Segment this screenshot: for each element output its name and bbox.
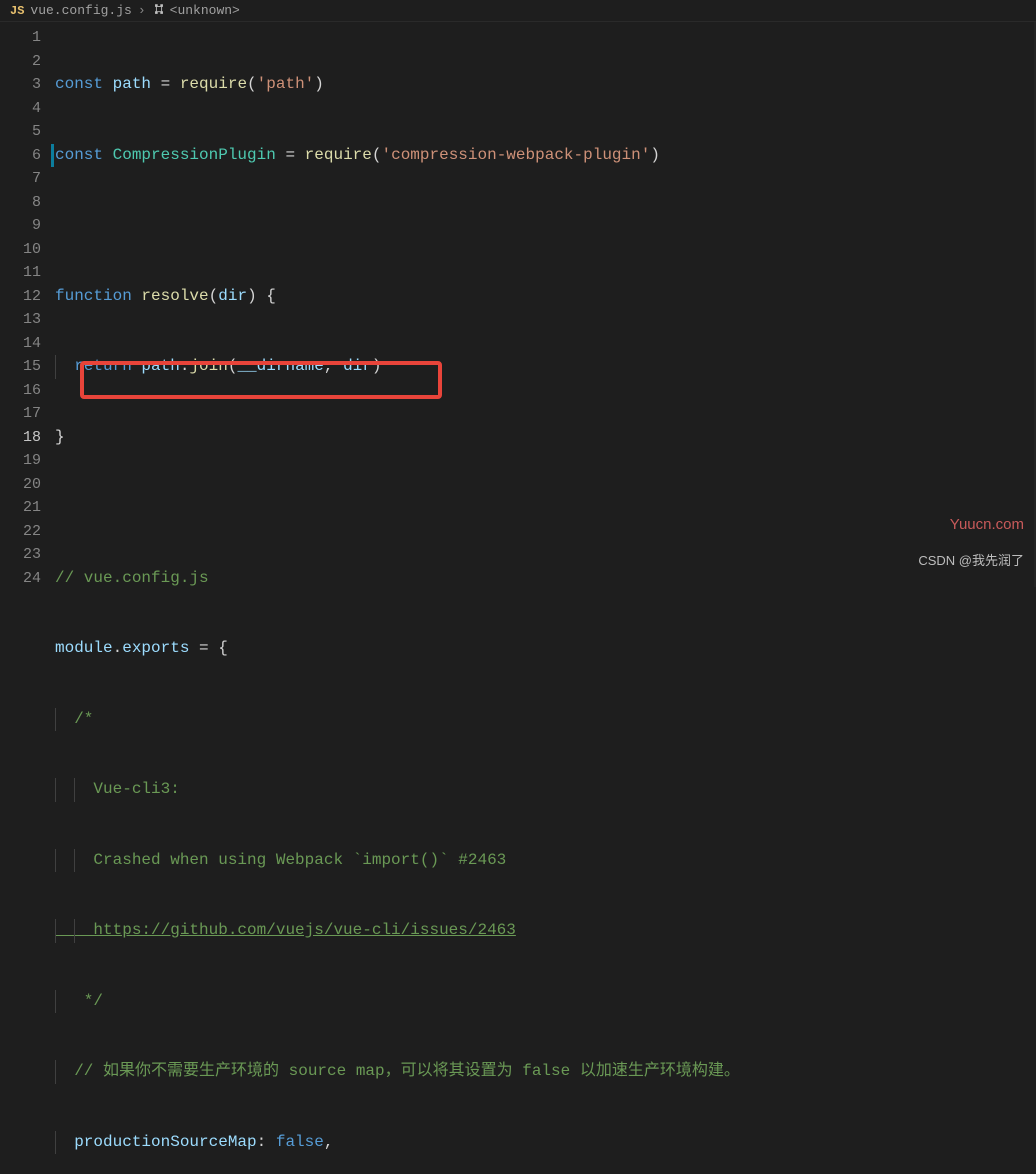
indent-guide <box>55 990 56 1014</box>
code-line[interactable] <box>55 214 1036 238</box>
code-line[interactable] <box>55 496 1036 520</box>
indent-guide <box>55 919 56 943</box>
namespace-icon <box>152 2 166 20</box>
code-line[interactable]: // 如果你不需要生产环境的 source map，可以将其设置为 false … <box>55 1060 1036 1084</box>
breadcrumb-file[interactable]: vue.config.js <box>30 3 131 18</box>
code-line[interactable]: const path = require('path') <box>55 73 1036 97</box>
code-line[interactable]: https://github.com/vuejs/vue-cli/issues/… <box>55 919 1036 943</box>
code-line[interactable]: const CompressionPlugin = require('compr… <box>55 144 1036 168</box>
modified-indicator <box>51 144 54 168</box>
code-line[interactable]: function resolve(dir) { <box>55 285 1036 309</box>
line-number-gutter: 123456789101112131415161718192021222324 <box>0 22 55 587</box>
indent-guide <box>55 1060 56 1084</box>
indent-guide <box>74 919 75 943</box>
code-line[interactable]: module.exports = { <box>55 637 1036 661</box>
code-line[interactable]: Crashed when using Webpack `import()` #2… <box>55 849 1036 873</box>
code-line[interactable]: // vue.config.js <box>55 567 1036 591</box>
indent-guide <box>55 1131 56 1155</box>
indent-guide <box>55 849 56 873</box>
code-content[interactable]: const path = require('path') const Compr… <box>55 22 1036 587</box>
indent-guide <box>55 355 56 379</box>
js-file-icon: JS <box>10 4 24 18</box>
code-line[interactable]: */ <box>55 990 1036 1014</box>
code-line[interactable]: productionSourceMap: false, <box>55 1131 1036 1155</box>
indent-guide <box>74 849 75 873</box>
indent-guide <box>55 708 56 732</box>
breadcrumb-symbol[interactable]: <unknown> <box>170 3 240 18</box>
code-line[interactable]: Vue-cli3: <box>55 778 1036 802</box>
indent-guide <box>74 778 75 802</box>
chevron-right-icon: › <box>138 3 146 18</box>
code-line[interactable]: } <box>55 426 1036 450</box>
editor-area[interactable]: 123456789101112131415161718192021222324 … <box>0 22 1036 587</box>
breadcrumb[interactable]: JS vue.config.js › <unknown> <box>0 0 1036 22</box>
watermark-site: Yuucn.com <box>950 516 1024 533</box>
code-line[interactable]: return path.join(__dirname, dir) <box>55 355 1036 379</box>
indent-guide <box>55 778 56 802</box>
watermark-csdn: CSDN @我先润了 <box>918 550 1024 569</box>
code-line[interactable]: /* <box>55 708 1036 732</box>
